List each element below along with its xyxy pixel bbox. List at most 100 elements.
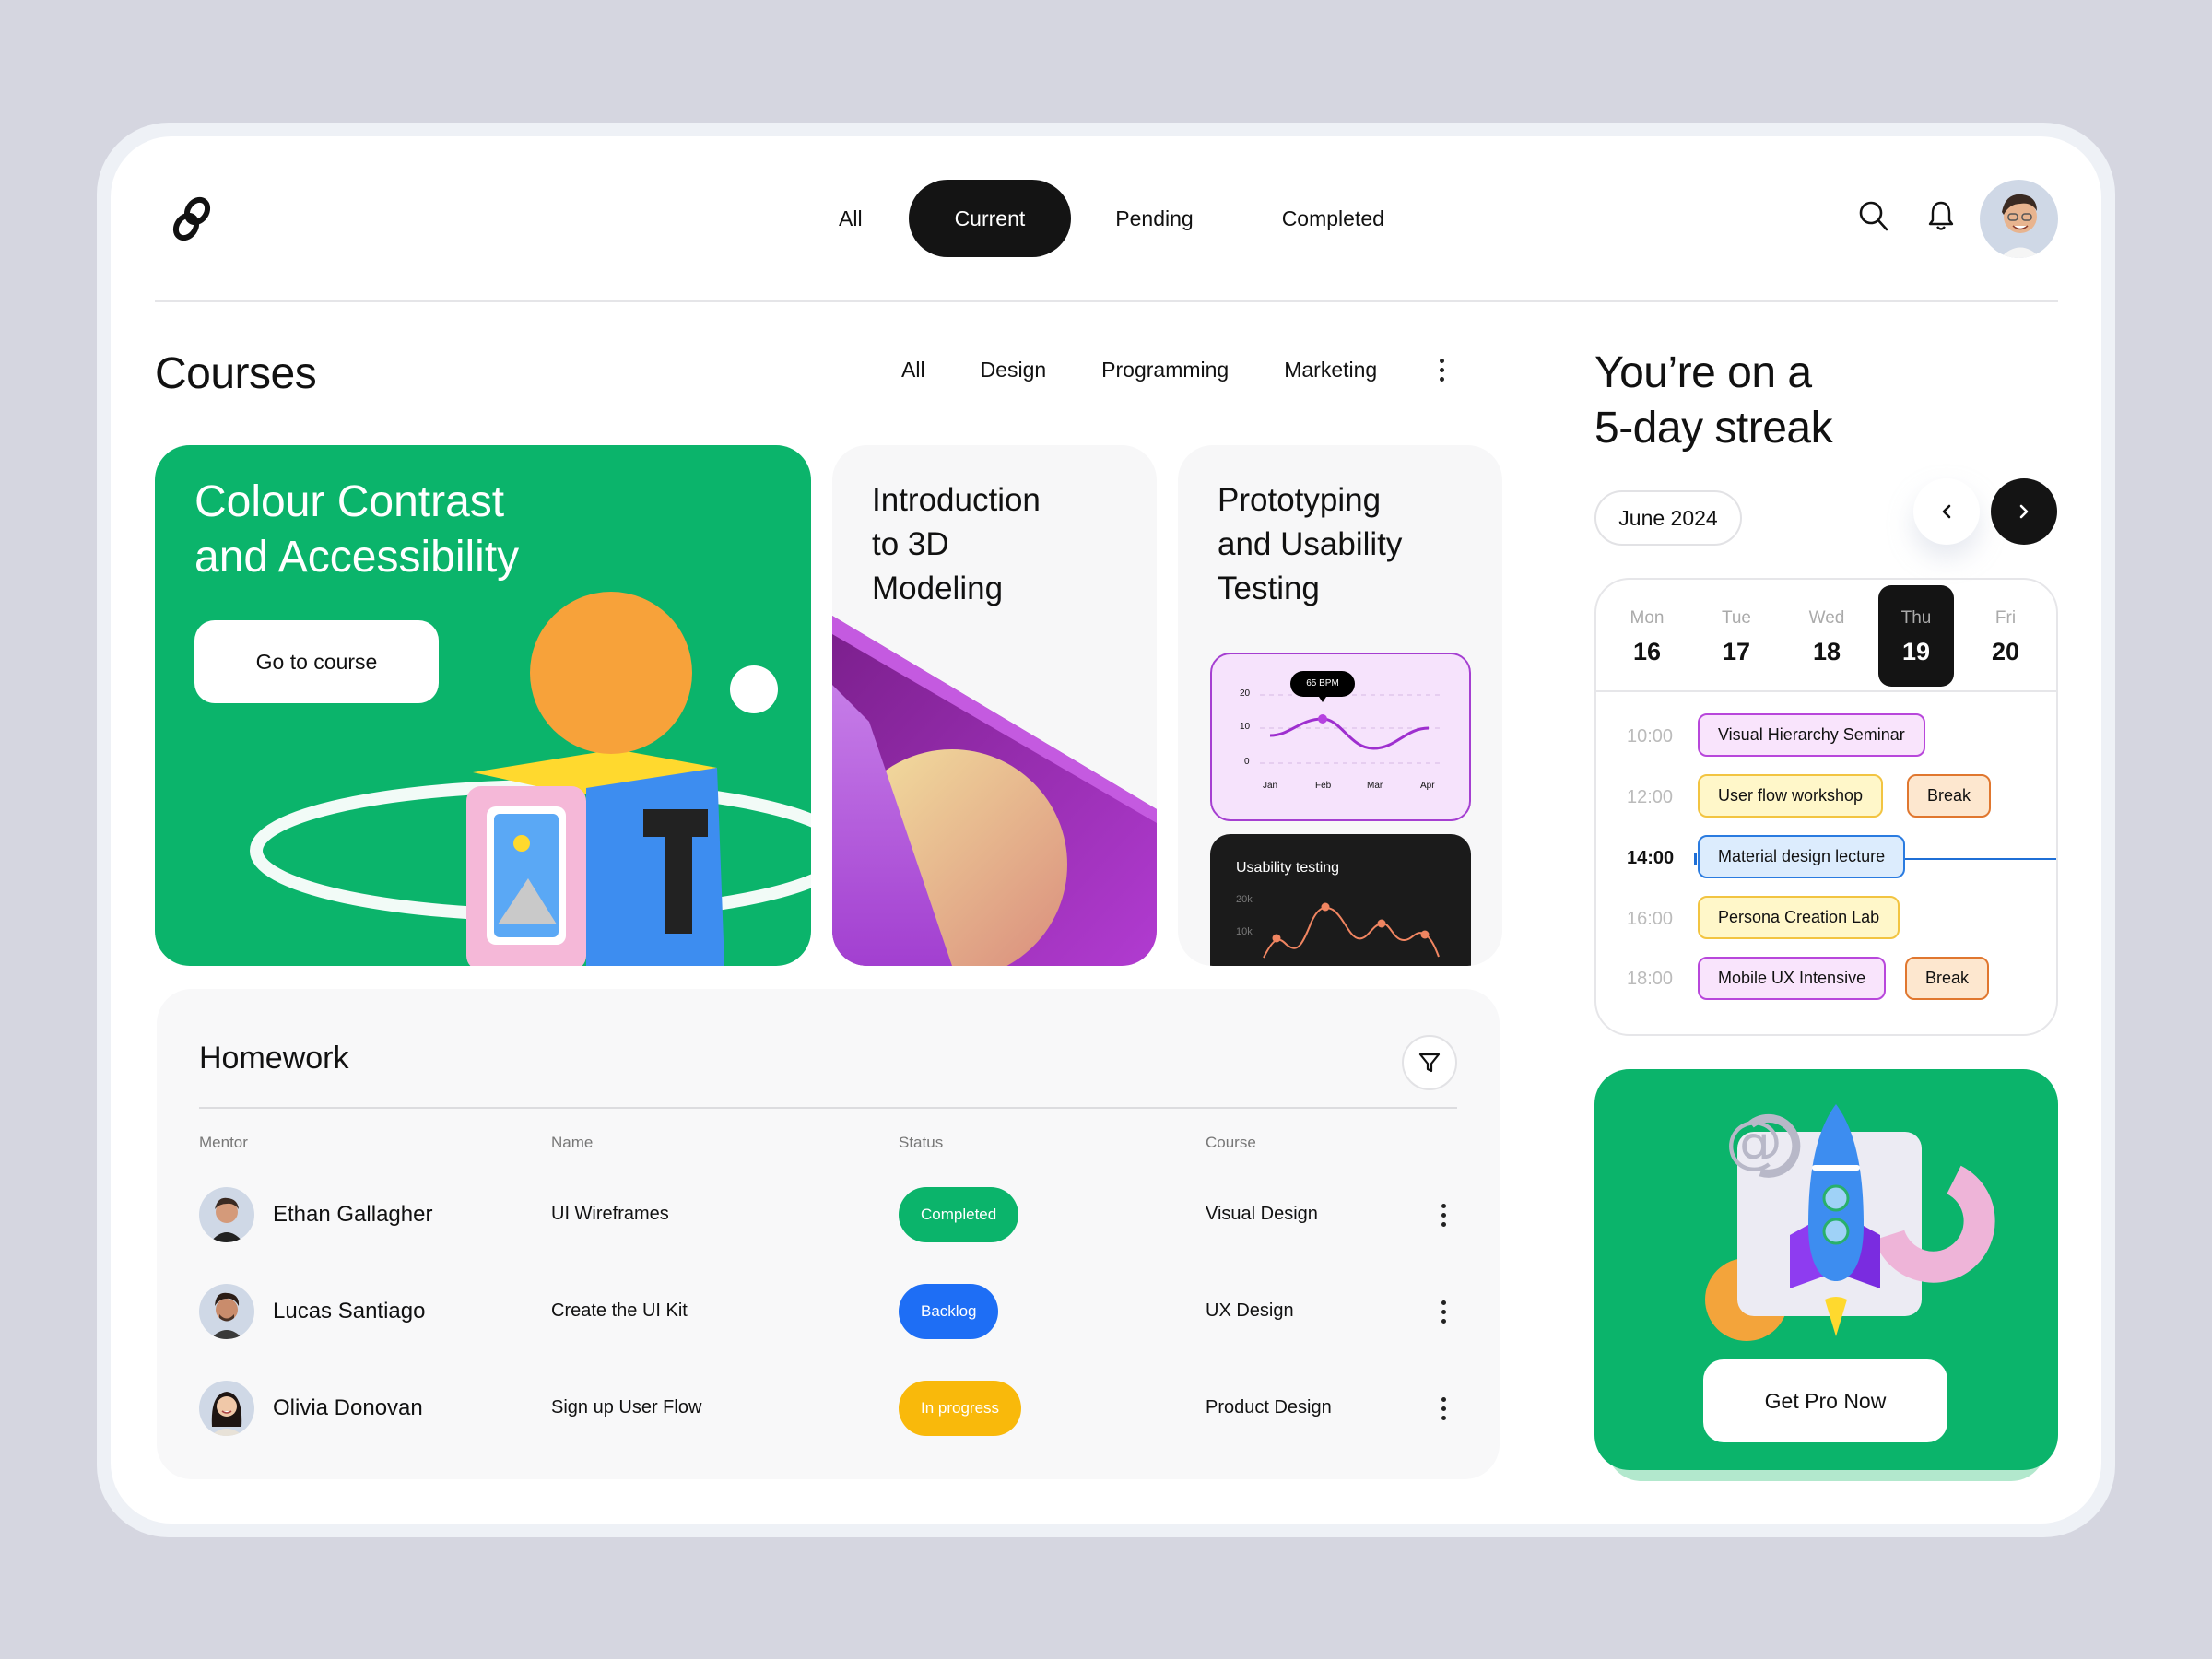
row-more-icon[interactable] bbox=[1434, 1300, 1453, 1324]
get-pro-button[interactable]: Get Pro Now bbox=[1703, 1359, 1947, 1442]
day-number: 17 bbox=[1722, 638, 1751, 665]
usability-point bbox=[1420, 930, 1430, 939]
promo-card: @ Get Pro Now bbox=[1594, 1069, 2058, 1470]
time-label: 16:00 bbox=[1627, 909, 1674, 929]
time-label: 18:00 bbox=[1627, 969, 1674, 989]
time-label: 10:00 bbox=[1627, 726, 1674, 747]
status-badge: Completed bbox=[899, 1187, 1019, 1242]
time-label: 12:00 bbox=[1627, 787, 1674, 807]
month-selector[interactable]: June 2024 bbox=[1594, 490, 1742, 546]
status-badge: Backlog bbox=[899, 1284, 999, 1339]
row-more-icon[interactable] bbox=[1434, 1204, 1453, 1227]
filter-button[interactable] bbox=[1402, 1035, 1457, 1090]
column-header-name: Name bbox=[551, 1134, 594, 1151]
table-row[interactable]: Ethan Gallagher UI Wireframes Completed … bbox=[157, 1187, 1500, 1252]
day-number: 16 bbox=[1632, 638, 1662, 665]
course-card-prototyping[interactable]: Prototyping and Usability Testing 65 BPM… bbox=[1178, 445, 1502, 966]
3d-cube-illustration bbox=[250, 592, 811, 966]
tab-completed[interactable]: Completed bbox=[1238, 180, 1429, 257]
day-wed[interactable]: Wed 18 bbox=[1789, 585, 1865, 687]
search-icon[interactable] bbox=[1857, 199, 1890, 232]
usability-line bbox=[1263, 906, 1440, 959]
current-time-marker bbox=[1694, 853, 1697, 865]
usability-point bbox=[1272, 934, 1281, 943]
current-time-label: 14:00 bbox=[1627, 848, 1675, 868]
mentor-name: Lucas Santiago bbox=[273, 1299, 426, 1324]
course-card-colour-contrast[interactable]: Colour Contrast and Accessibility Go to … bbox=[155, 445, 811, 966]
homework-divider bbox=[199, 1107, 1457, 1109]
usability-point bbox=[1377, 919, 1386, 928]
user-avatar[interactable] bbox=[1980, 180, 2058, 258]
homework-name: UI Wireframes bbox=[551, 1204, 669, 1224]
x-tick: Apr bbox=[1420, 781, 1435, 791]
next-week-button[interactable] bbox=[1991, 478, 2057, 545]
usability-chart: Usability testing 20k 10k bbox=[1210, 834, 1471, 966]
title-line: and Usability bbox=[1218, 526, 1403, 562]
homework-name: Sign up User Flow bbox=[551, 1397, 702, 1418]
course-category-nav: All Design Programming Marketing bbox=[901, 358, 1451, 382]
streak-heading: You’re on a 5-day streak bbox=[1594, 346, 1833, 456]
category-marketing[interactable]: Marketing bbox=[1284, 358, 1377, 382]
title-line: Prototyping bbox=[1218, 482, 1382, 518]
table-row[interactable]: Olivia Donovan Sign up User Flow In prog… bbox=[157, 1381, 1500, 1445]
tab-current[interactable]: Current bbox=[908, 180, 1072, 257]
course-name: Visual Design bbox=[1206, 1204, 1318, 1224]
x-tick: Mar bbox=[1367, 781, 1383, 791]
homework-panel: Homework Mentor Name Status Course Ethan… bbox=[157, 989, 1500, 1479]
chevron-left-icon bbox=[1942, 504, 1951, 519]
mentor-name: Ethan Gallagher bbox=[273, 1202, 433, 1227]
table-row[interactable]: Lucas Santiago Create the UI Kit Backlog… bbox=[157, 1284, 1500, 1348]
streak-line: 5-day streak bbox=[1594, 404, 1833, 453]
event-material-design-lecture[interactable]: Material design lecture bbox=[1698, 835, 1906, 878]
day-name: Fri bbox=[1994, 608, 2017, 628]
event-break[interactable]: Break bbox=[1905, 957, 1990, 1000]
event-visual-hierarchy-seminar[interactable]: Visual Hierarchy Seminar bbox=[1698, 713, 1925, 757]
day-fri[interactable]: Fri 20 bbox=[1968, 585, 2043, 687]
mentor-cell: Lucas Santiago bbox=[199, 1284, 425, 1339]
more-options-icon[interactable] bbox=[1432, 359, 1451, 382]
day-name: Tue bbox=[1721, 608, 1752, 628]
bpm-point bbox=[1318, 714, 1327, 724]
category-programming[interactable]: Programming bbox=[1101, 358, 1229, 382]
usability-point bbox=[1321, 902, 1330, 912]
prev-week-button[interactable] bbox=[1913, 478, 1980, 545]
bpm-chart: 65 BPM 20 10 0 Jan Feb Mar Apr bbox=[1210, 653, 1471, 821]
homework-title: Homework bbox=[199, 1041, 349, 1076]
rocket-illustration: @ bbox=[1705, 1104, 1995, 1341]
y-tick: 20 bbox=[1240, 688, 1251, 699]
chevron-right-icon bbox=[2019, 504, 2029, 519]
day-tue[interactable]: Tue 17 bbox=[1699, 585, 1774, 687]
event-break[interactable]: Break bbox=[1907, 774, 1992, 818]
tab-all[interactable]: All bbox=[811, 180, 909, 257]
day-number: 18 bbox=[1812, 638, 1841, 665]
column-header-mentor: Mentor bbox=[199, 1134, 248, 1151]
schedule-calendar: Mon 16 Tue 17 Wed 18 Thu 19 Fri 20 10:00 12:0… bbox=[1594, 578, 2058, 1036]
logo-icon[interactable] bbox=[169, 195, 217, 243]
x-tick: Jan bbox=[1263, 781, 1278, 791]
row-more-icon[interactable] bbox=[1434, 1397, 1453, 1420]
header-divider bbox=[155, 300, 2058, 302]
day-number: 20 bbox=[1991, 638, 2020, 665]
mentor-avatar bbox=[199, 1187, 254, 1242]
course-card-3d-modeling[interactable]: Introduction to 3D Modeling bbox=[832, 445, 1157, 966]
mentor-cell: Ethan Gallagher bbox=[199, 1187, 432, 1242]
mentor-avatar bbox=[199, 1284, 254, 1339]
courses-title: Courses bbox=[155, 349, 317, 398]
category-design[interactable]: Design bbox=[981, 358, 1047, 382]
day-mon[interactable]: Mon 16 bbox=[1609, 585, 1685, 687]
x-tick: Feb bbox=[1315, 781, 1332, 791]
tab-pending[interactable]: Pending bbox=[1071, 180, 1237, 257]
mentor-name: Olivia Donovan bbox=[273, 1395, 423, 1420]
mentor-cell: Olivia Donovan bbox=[199, 1381, 423, 1436]
day-thu[interactable]: Thu 19 bbox=[1878, 585, 1954, 687]
column-header-status: Status bbox=[899, 1134, 944, 1151]
y-tick: 0 bbox=[1244, 757, 1250, 767]
week-days: Mon 16 Tue 17 Wed 18 Thu 19 Fri 20 bbox=[1596, 580, 2056, 692]
event-mobile-ux-intensive[interactable]: Mobile UX Intensive bbox=[1698, 957, 1887, 1000]
event-persona-creation-lab[interactable]: Persona Creation Lab bbox=[1698, 896, 1900, 939]
bell-icon[interactable] bbox=[1924, 199, 1958, 232]
event-user-flow-workshop[interactable]: User flow workshop bbox=[1698, 774, 1884, 818]
status-badge: In progress bbox=[899, 1381, 1022, 1436]
category-all[interactable]: All bbox=[901, 358, 925, 382]
homework-name: Create the UI Kit bbox=[551, 1300, 688, 1321]
